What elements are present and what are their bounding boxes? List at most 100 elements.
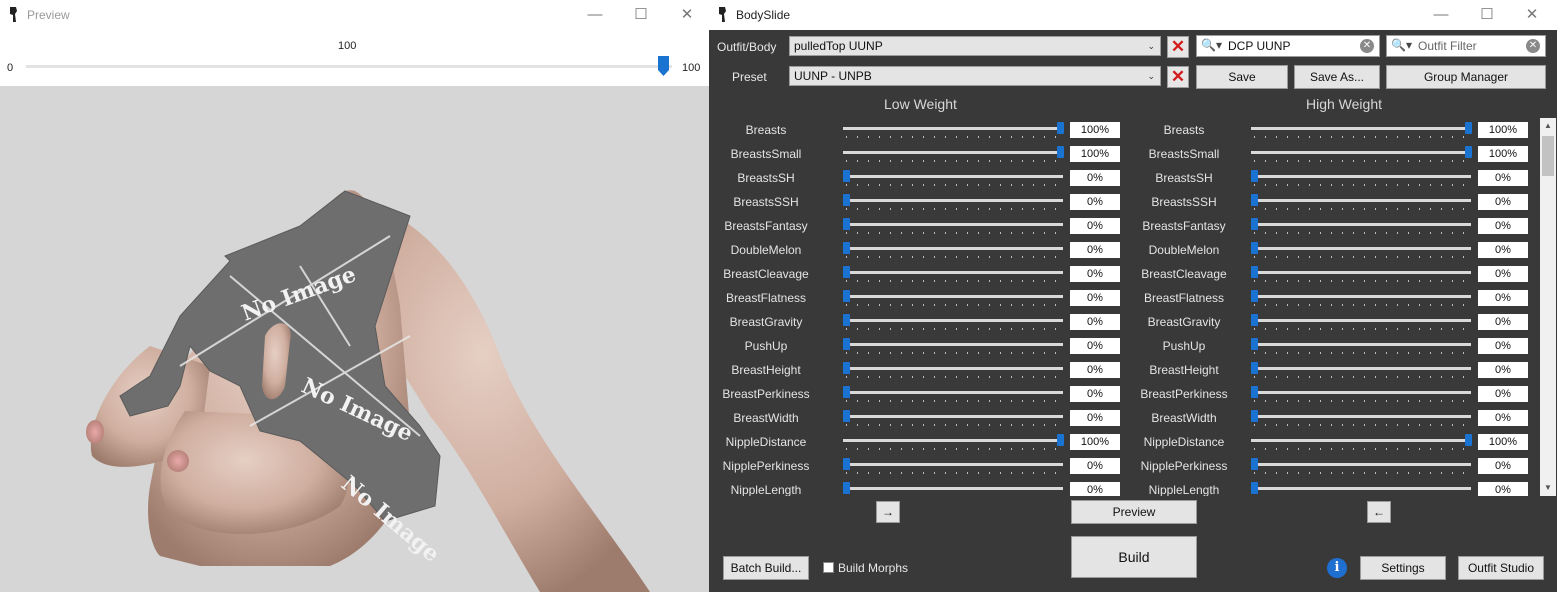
low-weight-slider-thumb[interactable] (843, 266, 850, 278)
build-button[interactable]: Build (1071, 536, 1197, 578)
high-weight-slider-track[interactable] (1251, 343, 1471, 346)
low-weight-slider-track[interactable] (843, 175, 1063, 178)
high-weight-slider-thumb[interactable] (1251, 266, 1258, 278)
low-weight-slider-thumb[interactable] (843, 218, 850, 230)
high-weight-value-field[interactable]: 100% (1478, 146, 1528, 162)
high-weight-slider-track[interactable] (1251, 247, 1471, 250)
low-weight-slider-thumb[interactable] (1057, 434, 1064, 446)
low-weight-slider-track[interactable] (843, 391, 1063, 394)
high-weight-value-field[interactable]: 0% (1478, 338, 1528, 354)
maximize-icon[interactable]: ☐ (618, 0, 664, 30)
high-weight-slider-thumb[interactable] (1251, 290, 1258, 302)
low-weight-slider-thumb[interactable] (843, 458, 850, 470)
low-weight-slider-thumb[interactable] (843, 482, 850, 494)
low-weight-value-field[interactable]: 100% (1070, 146, 1120, 162)
low-weight-value-field[interactable]: 0% (1070, 194, 1120, 210)
batch-build-button[interactable]: Batch Build... (723, 556, 809, 580)
high-weight-slider-track[interactable] (1251, 223, 1471, 226)
low-weight-slider-track[interactable] (843, 319, 1063, 322)
low-weight-slider-track[interactable] (843, 343, 1063, 346)
low-weight-slider-track[interactable] (843, 367, 1063, 370)
high-weight-slider-thumb[interactable] (1251, 338, 1258, 350)
high-weight-slider-track[interactable] (1251, 391, 1471, 394)
low-weight-slider-track[interactable] (843, 271, 1063, 274)
preview-weight-track[interactable] (26, 65, 672, 68)
low-weight-slider-thumb[interactable] (843, 362, 850, 374)
high-weight-value-field[interactable]: 0% (1478, 266, 1528, 282)
low-weight-slider-thumb[interactable] (843, 314, 850, 326)
maximize-icon[interactable]: ☐ (1464, 0, 1510, 30)
high-weight-value-field[interactable]: 0% (1478, 290, 1528, 306)
high-weight-slider-track[interactable] (1251, 367, 1471, 370)
preview-weight-thumb[interactable] (658, 56, 669, 76)
clear-search-icon[interactable]: ✕ (1360, 39, 1374, 53)
clear-outfit-button[interactable]: ✕ (1167, 36, 1189, 58)
high-weight-slider-track[interactable] (1251, 175, 1471, 178)
high-weight-slider-thumb[interactable] (1251, 410, 1258, 422)
low-weight-slider-thumb[interactable] (1057, 122, 1064, 134)
high-weight-slider-thumb[interactable] (1251, 194, 1258, 206)
high-weight-slider-thumb[interactable] (1465, 122, 1472, 134)
minimize-icon[interactable]: — (1418, 0, 1464, 30)
high-weight-value-field[interactable]: 100% (1478, 434, 1528, 450)
close-icon[interactable]: ✕ (1509, 0, 1555, 30)
slider-list-scrollbar[interactable]: ▲ ▼ (1540, 118, 1556, 496)
high-weight-value-field[interactable]: 0% (1478, 386, 1528, 402)
high-weight-slider-thumb[interactable] (1465, 434, 1472, 446)
preview-titlebar[interactable]: Preview — ☐ ✕ (0, 0, 709, 30)
outfit-studio-button[interactable]: Outfit Studio (1458, 556, 1544, 580)
outfit-filter-search[interactable]: 🔍▾ Outfit Filter ✕ (1386, 35, 1546, 57)
low-weight-slider-thumb[interactable] (1057, 146, 1064, 158)
copy-low-to-high-button[interactable]: → (876, 501, 900, 523)
high-weight-slider-thumb[interactable] (1251, 458, 1258, 470)
low-weight-value-field[interactable]: 0% (1070, 170, 1120, 186)
high-weight-slider-track[interactable] (1251, 127, 1471, 130)
info-icon[interactable]: i (1327, 558, 1347, 578)
low-weight-slider-track[interactable] (843, 199, 1063, 202)
scrollbar-thumb[interactable] (1542, 136, 1554, 176)
low-weight-slider-track[interactable] (843, 439, 1063, 442)
low-weight-slider-thumb[interactable] (843, 170, 850, 182)
low-weight-value-field[interactable]: 0% (1070, 482, 1120, 496)
preset-dropdown[interactable]: UUNP - UNPB ⌄ (789, 66, 1161, 86)
group-filter-search[interactable]: 🔍▾ DCP UUNP ✕ (1196, 35, 1380, 57)
high-weight-value-field[interactable]: 0% (1478, 242, 1528, 258)
low-weight-value-field[interactable]: 100% (1070, 122, 1120, 138)
bodyslide-titlebar[interactable]: BodySlide — ☐ ✕ (709, 0, 1557, 30)
high-weight-slider-track[interactable] (1251, 487, 1471, 490)
high-weight-slider-track[interactable] (1251, 319, 1471, 322)
high-weight-value-field[interactable]: 100% (1478, 122, 1528, 138)
scroll-up-icon[interactable]: ▲ (1540, 118, 1556, 134)
low-weight-slider-thumb[interactable] (843, 410, 850, 422)
low-weight-slider-track[interactable] (843, 151, 1063, 154)
high-weight-value-field[interactable]: 0% (1478, 362, 1528, 378)
low-weight-value-field[interactable]: 0% (1070, 242, 1120, 258)
high-weight-slider-track[interactable] (1251, 415, 1471, 418)
low-weight-slider-track[interactable] (843, 295, 1063, 298)
low-weight-value-field[interactable]: 0% (1070, 410, 1120, 426)
high-weight-slider-thumb[interactable] (1251, 218, 1258, 230)
high-weight-value-field[interactable]: 0% (1478, 194, 1528, 210)
save-as-button[interactable]: Save As... (1294, 65, 1380, 89)
group-manager-button[interactable]: Group Manager (1386, 65, 1546, 89)
high-weight-slider-track[interactable] (1251, 199, 1471, 202)
clear-search-icon[interactable]: ✕ (1526, 39, 1540, 53)
high-weight-slider-track[interactable] (1251, 439, 1471, 442)
save-button[interactable]: Save (1196, 65, 1288, 89)
low-weight-value-field[interactable]: 0% (1070, 290, 1120, 306)
high-weight-slider-thumb[interactable] (1251, 170, 1258, 182)
copy-high-to-low-button[interactable]: ← (1367, 501, 1391, 523)
low-weight-slider-track[interactable] (843, 223, 1063, 226)
high-weight-slider-track[interactable] (1251, 271, 1471, 274)
close-icon[interactable]: ✕ (664, 0, 709, 30)
low-weight-slider-thumb[interactable] (843, 242, 850, 254)
clear-preset-button[interactable]: ✕ (1167, 66, 1189, 88)
preview-button[interactable]: Preview (1071, 500, 1197, 524)
low-weight-slider-thumb[interactable] (843, 386, 850, 398)
low-weight-value-field[interactable]: 0% (1070, 338, 1120, 354)
scroll-down-icon[interactable]: ▼ (1540, 480, 1556, 496)
low-weight-slider-track[interactable] (843, 247, 1063, 250)
low-weight-value-field[interactable]: 0% (1070, 218, 1120, 234)
low-weight-value-field[interactable]: 0% (1070, 458, 1120, 474)
high-weight-value-field[interactable]: 0% (1478, 170, 1528, 186)
